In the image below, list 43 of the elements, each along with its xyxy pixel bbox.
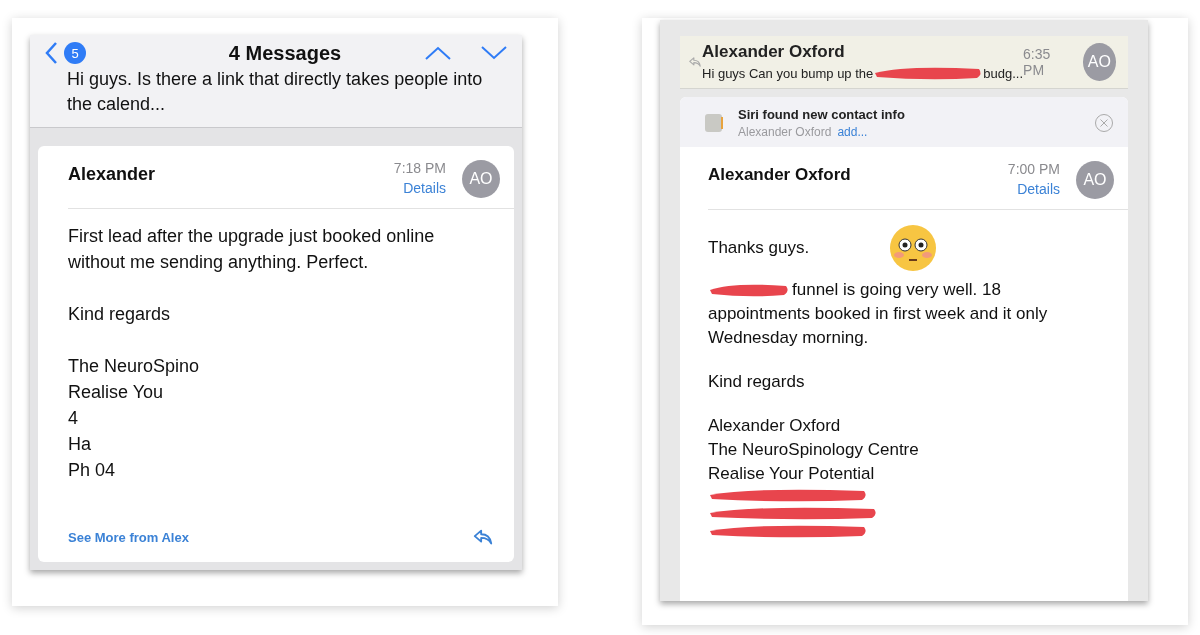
close-icon[interactable] [1094,113,1114,133]
message-preview: Hi guys Can you bump up the [702,65,874,81]
body-text: Kind regards [708,371,806,393]
flushed-emoji-icon [889,224,938,272]
down-chevron-icon[interactable] [480,45,508,61]
avatar: AO [1076,161,1114,199]
body-text: Realise You [68,381,165,404]
body-text: The NeuroSpino [68,355,201,378]
message-preview: Hi guys. Is there a link that directly takes people into the calend... [66,68,484,116]
avatar: AO [1082,43,1116,81]
body-text: funnel is going very well. 18 [792,279,1001,301]
body-text: Thanks guys. [708,237,810,259]
thread-title: 4 Messages [227,41,343,65]
body-text: appointments booked in first week and it only [708,303,1049,325]
unread-count-badge: 5 [64,42,86,64]
see-more-link[interactable]: See More from Alex [68,529,189,545]
details-link[interactable]: Details [1017,181,1060,197]
sender-name: Alexander Oxford [702,42,846,62]
back-chevron-icon[interactable] [44,41,58,65]
contacts-icon [704,113,724,133]
body-text: Alexander Oxford [708,415,842,437]
add-contact-link[interactable]: add... [837,125,868,139]
sender-name: Alexander Oxford [708,164,852,185]
body-text: First lead after the upgrade just booked online [68,225,436,248]
siri-suggestion-title: Siri found new contact info [738,107,906,122]
body-text: 4 [68,407,79,430]
sender-name: Alexander [68,163,157,185]
message-time: 7:18 PM [393,160,446,176]
message-time: 6:35 PM [1023,46,1052,78]
avatar: AO [462,160,500,198]
reply-icon [688,54,702,70]
body-text: Realise Your Potential [708,463,876,485]
body-text: Ha [68,433,92,456]
message-preview: budg... [983,65,1024,81]
details-link[interactable]: Details [403,180,446,196]
body-text: The NeuroSpinology Centre [708,439,920,461]
body-text: Kind regards [68,303,172,326]
message-time: 7:00 PM [1007,161,1060,177]
body-text: Wednesday morning. [708,327,870,349]
contact-name: Alexander Oxford [738,125,832,139]
body-text: Ph 04 [68,459,117,482]
up-chevron-icon[interactable] [424,45,452,61]
body-text: without me sending anything. Perfect. [68,251,370,274]
